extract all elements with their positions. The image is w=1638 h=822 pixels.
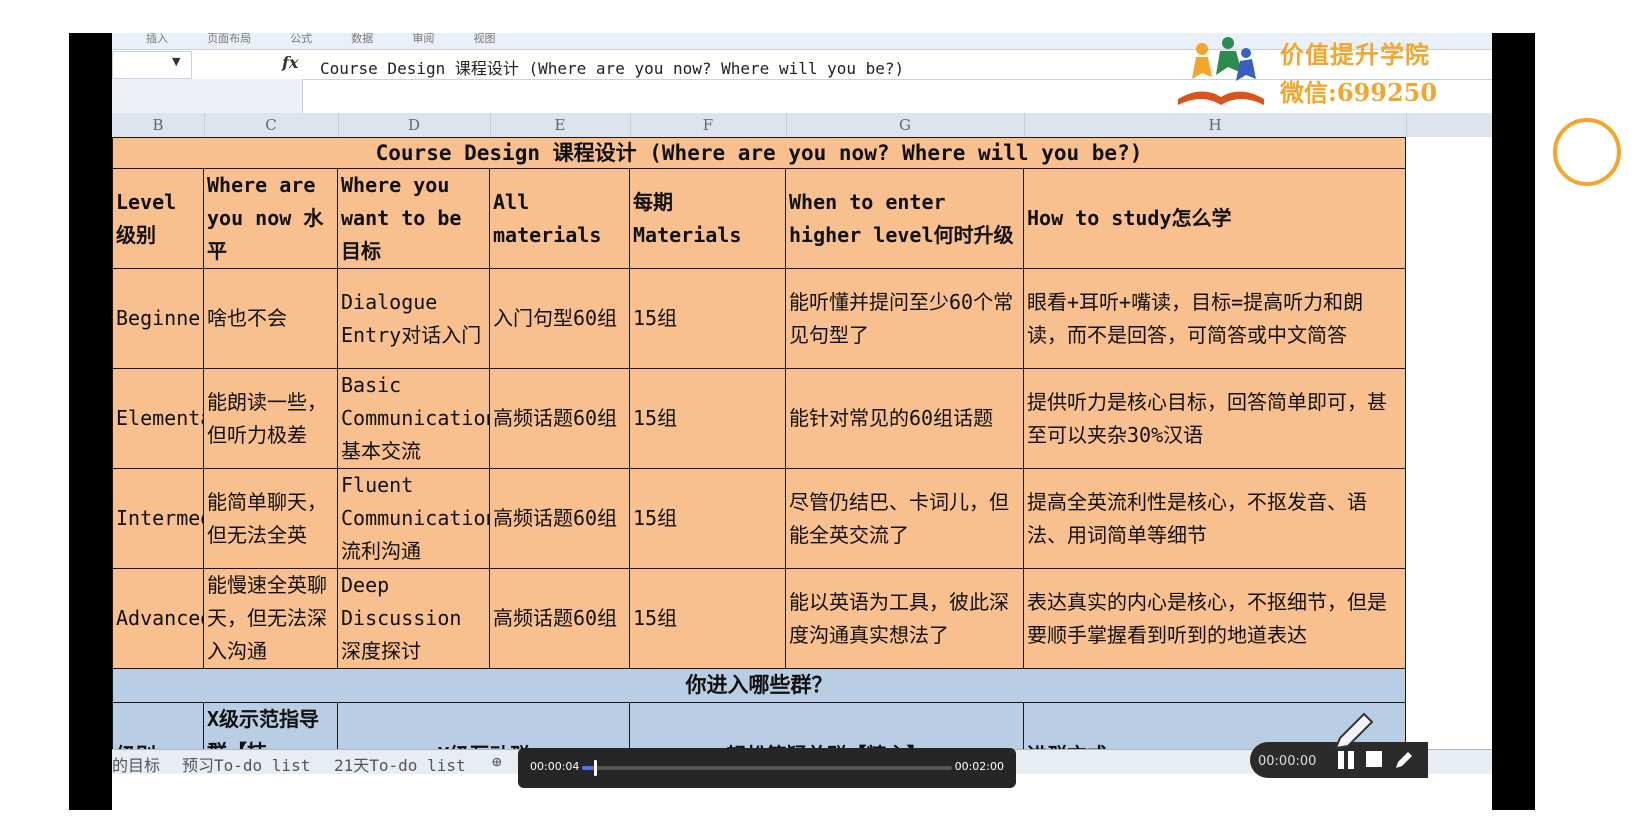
header-per-materials[interactable]: 每期 Materials bbox=[630, 169, 786, 269]
table-cell[interactable]: 15组 bbox=[630, 369, 786, 469]
spreadsheet-grid: Course Design 课程设计 (Where are you now? W… bbox=[112, 137, 1492, 773]
fx-icon[interactable]: fx bbox=[282, 53, 298, 72]
table-cell[interactable]: 入门句型60组 bbox=[490, 269, 630, 369]
column-header-b[interactable]: B bbox=[112, 113, 205, 137]
menu-item-page-layout[interactable]: 页面布局 bbox=[207, 33, 251, 45]
table-cell[interactable]: Basic Communication基本交流 bbox=[338, 369, 490, 469]
logo-wechat-id: 微信:699250 bbox=[1280, 78, 1438, 107]
table-cell[interactable]: Elementary(1) bbox=[112, 369, 204, 469]
table-cell[interactable]: 提高全英流利性是核心，不抠发音、语法、用词简单等细节 bbox=[1024, 469, 1406, 569]
formula-bar-input[interactable]: Course Design 课程设计 (Where are you now? W… bbox=[320, 55, 904, 79]
sheet-tab-goals[interactable]: 的目标 bbox=[112, 752, 160, 776]
table-cell[interactable]: 表达真实的内心是核心，不抠细节，但是要顺手掌握看到听到的地道表达 bbox=[1024, 569, 1406, 669]
chevron-down-icon[interactable]: ▼ bbox=[172, 55, 180, 68]
table-cell[interactable]: 能听懂并提问至少60个常见句型了 bbox=[786, 269, 1024, 369]
table-cell[interactable]: Deep Discussion 深度探讨 bbox=[338, 569, 490, 669]
table-cell[interactable]: 眼看+耳听+嘴读，目标=提高听力和朗读，而不是回答，可简答或中文简答 bbox=[1024, 269, 1406, 369]
header-all-materials[interactable]: All materials bbox=[490, 169, 630, 269]
table-cell[interactable]: 15组 bbox=[630, 569, 786, 669]
column-header-h[interactable]: H bbox=[1024, 113, 1407, 137]
column-headers: B C D E F G H bbox=[112, 113, 1492, 138]
progress-handle[interactable] bbox=[594, 760, 598, 776]
table-cell[interactable]: 能慢速全英聊天，但无法深入沟通 bbox=[204, 569, 338, 669]
menu-item-data[interactable]: 数据 bbox=[351, 33, 373, 45]
table-cell[interactable]: 能针对常见的60组话题 bbox=[786, 369, 1024, 469]
table-cell[interactable]: 能以英语为工具，彼此深度沟通真实想法了 bbox=[786, 569, 1024, 669]
table-cell[interactable]: 尽管仍结巴、卡词儿，但能全英交流了 bbox=[786, 469, 1024, 569]
header-how-to-study[interactable]: How to study怎么学 bbox=[1024, 169, 1406, 269]
watermark-logo: 价值提升学院 微信:699250 bbox=[1172, 33, 1492, 111]
column-header-c[interactable]: C bbox=[204, 113, 339, 137]
table-cell[interactable]: Advanced(3) bbox=[112, 569, 204, 669]
menu-item-insert[interactable]: 插入 bbox=[146, 33, 168, 45]
table-cell[interactable]: 高频话题60组 bbox=[490, 469, 630, 569]
column-header-d[interactable]: D bbox=[338, 113, 491, 137]
header-where-now[interactable]: Where are you now 水平 bbox=[204, 169, 338, 269]
table-cell[interactable]: Dialogue Entry对话入门 bbox=[338, 269, 490, 369]
logo-name: 价值提升学院 bbox=[1280, 40, 1430, 69]
side-widget-circle[interactable] bbox=[1553, 118, 1621, 186]
table-cell[interactable]: Fluent Communication 流利沟通 bbox=[338, 469, 490, 569]
table-cell[interactable]: 能朗读一些，但听力极差 bbox=[204, 369, 338, 469]
group-question-cell[interactable]: 你进入哪些群？ bbox=[112, 669, 1406, 703]
pen-cursor-icon bbox=[1334, 712, 1374, 750]
table-cell[interactable]: Beginner(0) bbox=[112, 269, 204, 369]
add-sheet-icon[interactable]: ⊕ bbox=[492, 752, 502, 771]
video-frame: 插入 页面布局 公式 数据 审阅 视图 ▼ fx Course Design 课… bbox=[69, 33, 1535, 810]
menu-item-review[interactable]: 审阅 bbox=[412, 33, 434, 45]
progress-bar[interactable] bbox=[582, 760, 952, 776]
table-cell[interactable]: 高频话题60组 bbox=[490, 369, 630, 469]
total-time: 00:02:00 bbox=[954, 760, 1004, 773]
menu-item-view[interactable]: 视图 bbox=[473, 33, 495, 45]
header-level[interactable]: Level 级别 bbox=[112, 169, 204, 269]
table-cell[interactable]: Intermediate(2) bbox=[112, 469, 204, 569]
table-cell[interactable]: 15组 bbox=[630, 469, 786, 569]
sheet-tab-preview-todo[interactable]: 预习To-do list bbox=[182, 752, 310, 776]
sheet-tab-21day-todo[interactable]: 21天To-do list bbox=[334, 752, 466, 776]
pen-icon[interactable] bbox=[1392, 748, 1416, 772]
menu-item-formulas[interactable]: 公式 bbox=[290, 33, 312, 45]
table-title-cell[interactable]: Course Design 课程设计 (Where are you now? W… bbox=[112, 137, 1406, 169]
header-when-enter[interactable]: When to enter higher level何时升级 bbox=[786, 169, 1024, 269]
book-figures-logo-icon bbox=[1178, 37, 1264, 105]
excel-window: 插入 页面布局 公式 数据 审阅 视图 ▼ fx Course Design 课… bbox=[112, 33, 1492, 810]
progress-fill bbox=[582, 766, 595, 770]
column-header-f[interactable]: F bbox=[630, 113, 787, 137]
table-cell[interactable]: 啥也不会 bbox=[204, 269, 338, 369]
table-cell[interactable]: 高频话题60组 bbox=[490, 569, 630, 669]
table-cell[interactable]: 能简单聊天，但无法全英 bbox=[204, 469, 338, 569]
recorder-time: 00:00:00 bbox=[1258, 754, 1317, 769]
column-header-g[interactable]: G bbox=[786, 113, 1025, 137]
header-where-want[interactable]: Where you want to be 目标 bbox=[338, 169, 490, 269]
column-header-e[interactable]: E bbox=[490, 113, 631, 137]
table-cell[interactable]: 15组 bbox=[630, 269, 786, 369]
video-player-controls: 00:00:04 00:02:00 bbox=[518, 748, 1016, 788]
current-time: 00:00:04 bbox=[530, 760, 580, 773]
table-cell[interactable]: 提供听力是核心目标，回答简单即可，甚至可以夹杂30%汉语 bbox=[1024, 369, 1406, 469]
